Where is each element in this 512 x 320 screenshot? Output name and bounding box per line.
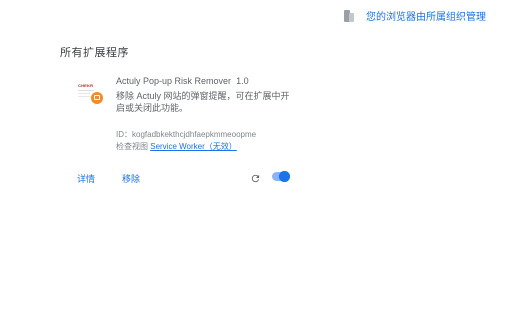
section-title: 所有扩展程序 xyxy=(60,47,129,59)
remove-button[interactable]: 移除 xyxy=(122,172,140,185)
managed-policy-link[interactable]: 您的浏览器由所属组织管理 xyxy=(366,8,486,23)
extension-version: 1.0 xyxy=(236,76,249,86)
managed-policy-notice: 您的浏览器由所属组织管理 xyxy=(344,8,486,23)
logo-text: CHEKR xyxy=(78,83,94,88)
inspect-views: 检查视图 Service Worker（无效） xyxy=(116,141,237,152)
extension-enable-toggle[interactable] xyxy=(272,171,290,182)
details-button[interactable]: 详情 xyxy=(77,172,95,185)
extension-card: CHEKR Actuly Pop-up Risk Remover 1.0 移除 … xyxy=(60,68,300,198)
extension-name: Actuly Pop-up Risk Remover xyxy=(116,76,232,86)
service-worker-link[interactable]: Service Worker（无效） xyxy=(150,142,237,151)
extensions-page: 您的浏览器由所属组织管理 所有扩展程序 CHEKR Actuly Pop-up … xyxy=(0,0,512,320)
extension-id-value: kogfadbkekthcjdhfaepkmmeoopme xyxy=(132,130,257,139)
extension-logo: CHEKR xyxy=(78,80,104,106)
logo-badge-icon xyxy=(91,92,103,104)
building-icon xyxy=(344,9,354,22)
extension-id: ID：kogfadbkekthcjdhfaepkmmeoopme xyxy=(116,129,256,140)
extension-description: 移除 Actuly 网站的弹窗提醒，可在扩展中开启或关闭此功能。 xyxy=(116,91,290,113)
extension-id-label: ID： xyxy=(116,130,132,139)
inspect-views-label: 检查视图 xyxy=(116,142,148,151)
extension-actions: 详情 移除 xyxy=(60,168,300,188)
extension-title: Actuly Pop-up Risk Remover 1.0 xyxy=(116,76,249,86)
toggle-knob xyxy=(279,171,290,182)
reload-icon[interactable] xyxy=(250,171,261,183)
